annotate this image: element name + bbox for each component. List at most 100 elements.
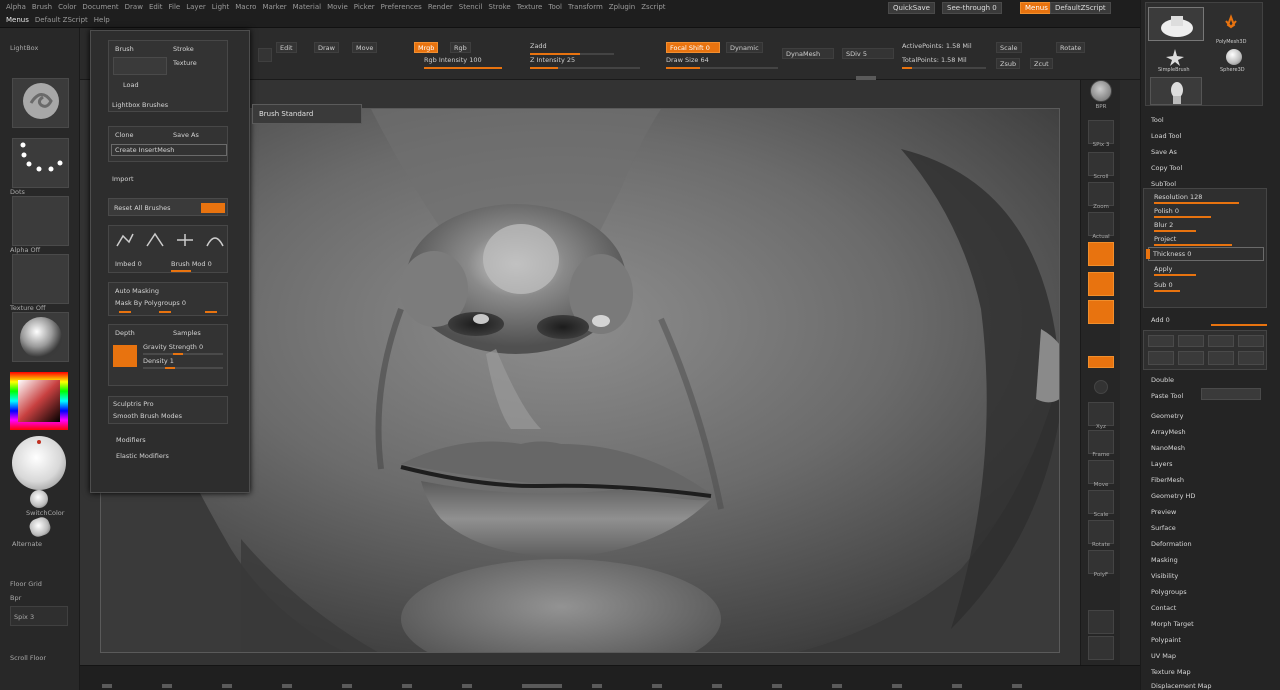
bottom-icon-3[interactable] <box>222 684 232 688</box>
alternate-swatch[interactable] <box>27 515 53 539</box>
bottom-icon-9[interactable] <box>652 684 662 688</box>
menu-item-alpha[interactable]: Alpha <box>6 3 26 11</box>
star-tool-thumbnail[interactable] <box>1162 47 1188 67</box>
depth-orange-toggle[interactable] <box>113 345 137 367</box>
edit-brush-toggle[interactable] <box>201 203 225 213</box>
modifier-icon-4[interactable] <box>203 230 227 250</box>
clone-button[interactable]: Clone <box>115 131 133 139</box>
menu-item-movie[interactable]: Movie <box>327 3 348 11</box>
menus-toggle[interactable]: Menus <box>6 16 29 24</box>
spix-slider[interactable]: Spix 3 <box>10 606 68 626</box>
modifier-icon-1[interactable] <box>113 230 137 250</box>
bpr-render-icon[interactable] <box>1090 80 1112 102</box>
dynmesh-button[interactable]: DynaMesh <box>782 48 834 59</box>
menu-item-file[interactable]: File <box>169 3 181 11</box>
menu-item-material[interactable]: Material <box>293 3 321 11</box>
menu-item-preferences[interactable]: Preferences <box>381 3 422 11</box>
menu-item-color[interactable]: Color <box>58 3 76 11</box>
bottom-icon-6[interactable] <box>402 684 412 688</box>
current-tool-thumbnail[interactable] <box>1148 7 1204 41</box>
xyz-icon[interactable] <box>1088 402 1114 426</box>
apply-button[interactable]: Apply <box>1154 265 1172 273</box>
dynamic-button[interactable]: Dynamic <box>726 42 763 53</box>
stroke-thumbnail[interactable] <box>12 138 69 188</box>
menu-item-zscript[interactable]: Zscript <box>641 3 665 11</box>
menu-item-macro[interactable]: Macro <box>235 3 256 11</box>
menu-item-light[interactable]: Light <box>212 3 229 11</box>
move-icon[interactable] <box>1088 460 1114 484</box>
spix-icon[interactable] <box>1088 120 1114 144</box>
modifier-icon-3[interactable] <box>173 230 197 250</box>
main-color-swatch[interactable] <box>12 436 66 490</box>
dyn-btn-8[interactable] <box>1238 351 1264 365</box>
save-as-button[interactable]: Save As <box>173 131 199 139</box>
default-zscript[interactable]: Default ZScript <box>35 16 88 24</box>
move-button[interactable]: Move <box>352 42 378 53</box>
polyf-icon[interactable] <box>1088 550 1114 574</box>
tray-list-texture-map[interactable]: Texture Map <box>1151 668 1191 676</box>
brush-header-label[interactable]: Brush <box>115 45 134 53</box>
tray-item-tool[interactable]: Tool <box>1151 116 1164 124</box>
texture-thumbnail[interactable] <box>12 254 69 304</box>
tray-list-uv-map[interactable]: UV Map <box>1151 652 1176 660</box>
tray-list-geometry-hd[interactable]: Geometry HD <box>1151 492 1195 500</box>
edit-button[interactable]: Edit <box>276 42 297 53</box>
zcut-button[interactable]: Zcut <box>1030 58 1053 69</box>
tray-list-preview[interactable]: Preview <box>1151 508 1176 516</box>
menus-button[interactable]: Menus <box>1020 2 1053 14</box>
bottom-icon-1[interactable] <box>102 684 112 688</box>
draw-size-slider[interactable]: Draw Size 64 <box>666 56 778 69</box>
menu-item-texture[interactable]: Texture <box>517 3 543 11</box>
tray-list-morph-target[interactable]: Morph Target <box>1151 620 1194 628</box>
tray-list-arraymesh[interactable]: ArrayMesh <box>1151 428 1186 436</box>
rotate-button[interactable]: Rotate <box>1056 42 1086 53</box>
project-slider[interactable]: Project <box>1154 235 1176 243</box>
dynamic-persp-icon[interactable] <box>1088 272 1114 296</box>
sub-slider[interactable]: Sub 0 <box>1154 281 1173 289</box>
stroke-header-label[interactable]: Stroke <box>173 45 194 53</box>
menu-item-marker[interactable]: Marker <box>262 3 286 11</box>
subtool-preview[interactable] <box>1150 77 1202 105</box>
zsub-button[interactable]: Zsub <box>996 58 1021 69</box>
import-button[interactable]: Import <box>112 175 134 183</box>
scroll-icon[interactable] <box>1088 152 1114 176</box>
create-insertmesh-button[interactable]: Create InsertMesh <box>111 144 227 156</box>
tray-item-load-tool[interactable]: Load Tool <box>1151 132 1181 140</box>
rotate-icon[interactable] <box>1088 520 1114 544</box>
bottom-icon-15[interactable] <box>1012 684 1022 688</box>
bottom-icon-11[interactable] <box>772 684 782 688</box>
edit-icon-button[interactable] <box>258 48 272 62</box>
tray-list-deformation[interactable]: Deformation <box>1151 540 1192 548</box>
frame-icon[interactable] <box>1088 430 1114 454</box>
polymesh3d-thumbnail[interactable] <box>1218 13 1244 39</box>
scale-button[interactable]: Scale <box>996 42 1022 53</box>
rgb-button[interactable]: Rgb <box>450 42 471 53</box>
bottom-icon-14[interactable] <box>952 684 962 688</box>
tray-list-polygroups[interactable]: Polygroups <box>1151 588 1187 596</box>
imbed-slider[interactable]: Imbed 0 <box>115 260 142 268</box>
brush-mod-slider[interactable]: Brush Mod 0 <box>171 260 212 268</box>
transp-icon[interactable] <box>1088 610 1114 634</box>
color-picker[interactable] <box>10 372 68 430</box>
draw-button[interactable]: Draw <box>314 42 339 53</box>
edit-brush-row[interactable]: Reset All Brushes <box>108 198 228 216</box>
menu-item-stencil[interactable]: Stencil <box>459 3 483 11</box>
bottom-icon-12[interactable] <box>832 684 842 688</box>
tray-list-masking[interactable]: Masking <box>1151 556 1178 564</box>
dyn-btn-5[interactable] <box>1148 351 1174 365</box>
modifiers-button[interactable]: Modifiers <box>116 436 146 444</box>
help-button[interactable]: Help <box>94 16 110 24</box>
bottom-icon-4[interactable] <box>282 684 292 688</box>
bottom-icon-13[interactable] <box>892 684 902 688</box>
tray-list-polypaint[interactable]: Polypaint <box>1151 636 1181 644</box>
menu-item-zplugin[interactable]: Zplugin <box>609 3 635 11</box>
menu-item-render[interactable]: Render <box>428 3 453 11</box>
menu-item-brush[interactable]: Brush <box>32 3 52 11</box>
bpr-button[interactable]: Bpr <box>10 594 21 602</box>
tray-item-copy-tool[interactable]: Copy Tool <box>1151 164 1182 172</box>
mask-by-polygroups-slider[interactable]: Mask By Polygroups 0 <box>115 299 186 307</box>
brush-thumbnail[interactable] <box>12 78 69 128</box>
bottom-icon-8[interactable] <box>592 684 602 688</box>
lsym-icon[interactable] <box>1094 380 1108 394</box>
polish-slider[interactable]: Polish 0 <box>1154 207 1179 215</box>
